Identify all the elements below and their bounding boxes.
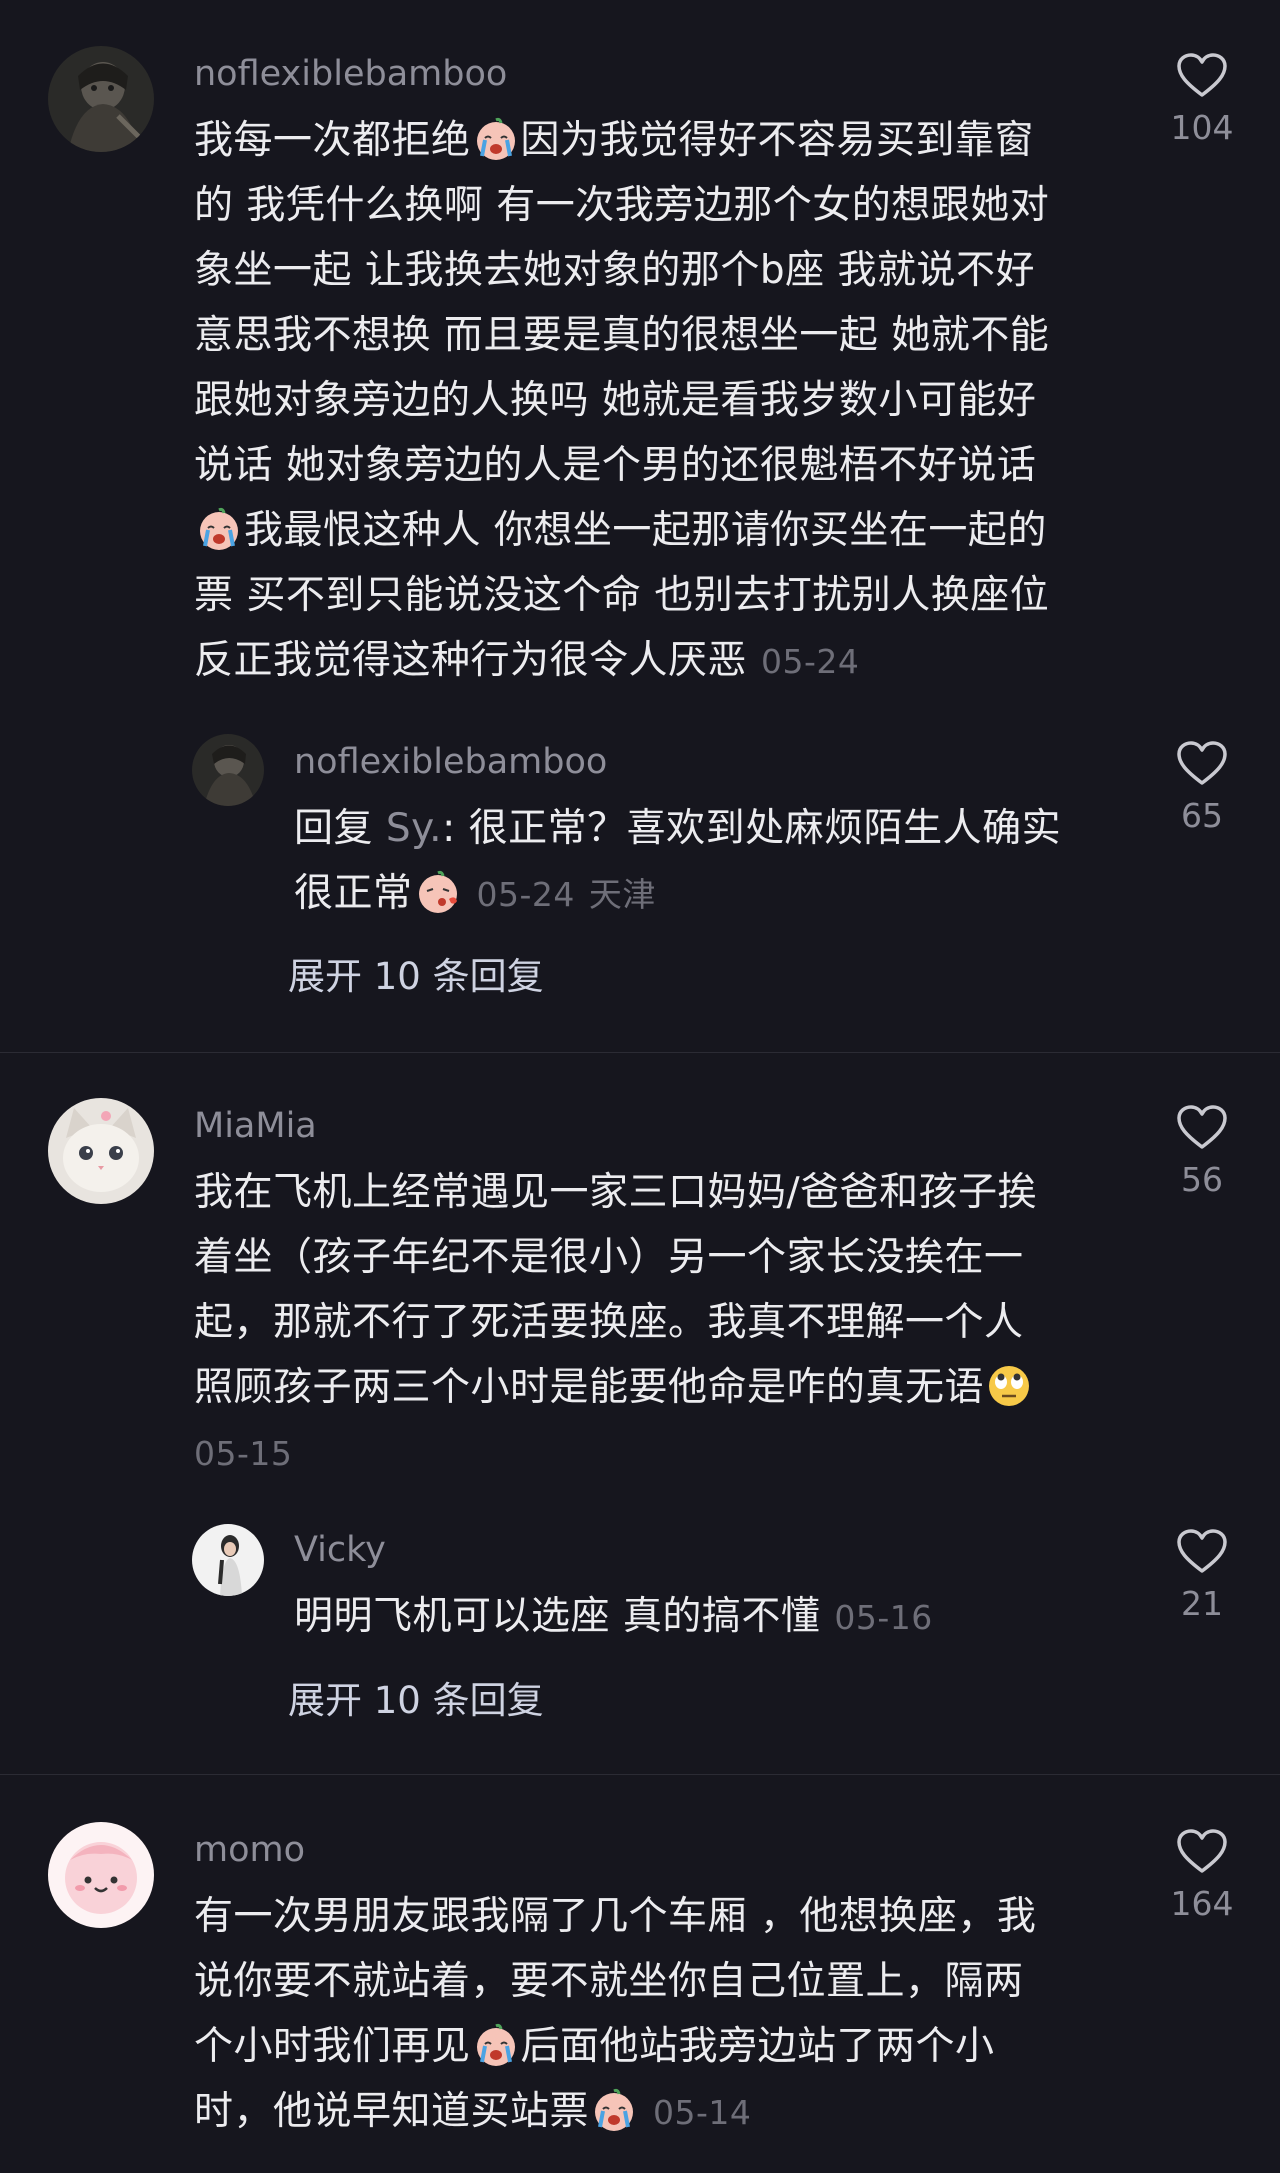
- divider: [0, 1774, 1280, 1775]
- reply-text: 回复 Sy.: 很正常？喜欢到处麻烦陌生人确实 很正常 05-24 天津: [294, 806, 1062, 916]
- comment-text: 我在飞机上经常遇见一家三口妈妈/爸爸和孩子挨 着坐（孩子年纪不是很小）另一个家长…: [194, 1170, 1038, 1473]
- like-button[interactable]: 56: [1147, 1104, 1257, 1200]
- username[interactable]: noflexiblebamboo: [194, 52, 507, 96]
- heart-icon: [1177, 1529, 1227, 1573]
- crying-face-icon: [476, 117, 515, 160]
- comment-text: 我每一次都拒绝 因为我觉得好不容易买到靠窗 的 我凭什么换啊 有一次我旁边那个女的…: [194, 117, 1050, 683]
- expand-replies-button[interactable]: 展开 10 条回复: [288, 1676, 544, 1726]
- like-count: 104: [1170, 108, 1234, 147]
- crying-face-icon: [200, 507, 238, 550]
- like-count: 65: [1181, 796, 1223, 835]
- like-button[interactable]: 164: [1147, 1828, 1257, 1924]
- reply-target-user[interactable]: Sy.: [386, 806, 442, 851]
- divider: [0, 1052, 1280, 1053]
- like-count: 21: [1181, 1584, 1223, 1623]
- kissing-face-icon: [418, 870, 457, 913]
- avatar[interactable]: [48, 1822, 154, 1928]
- avatar[interactable]: [48, 46, 154, 152]
- reply-date: 05-24: [476, 875, 575, 914]
- like-count: 56: [1181, 1160, 1223, 1199]
- heart-icon: [1177, 1105, 1227, 1149]
- comment-date: 05-15: [194, 1434, 293, 1473]
- username[interactable]: momo: [194, 1828, 305, 1872]
- reply-text: 明明飞机可以选座 真的搞不懂 05-16: [294, 1594, 933, 1639]
- like-button[interactable]: 104: [1147, 52, 1257, 148]
- avatar[interactable]: [48, 1098, 154, 1204]
- reply-username[interactable]: Vicky: [294, 1528, 386, 1572]
- comment-text: 有一次男朋友跟我隔了几个车厢 ，他想换座，我 说你要不就站着，要不就坐你自己位置…: [194, 1894, 1037, 2134]
- heart-icon: [1177, 741, 1227, 785]
- eye-roll-face-icon: [989, 1366, 1030, 1406]
- reply-like-button[interactable]: 65: [1147, 740, 1257, 836]
- crying-face-icon: [595, 2088, 634, 2131]
- reply-avatar[interactable]: [192, 1524, 264, 1596]
- comment-date: 05-14: [653, 2093, 752, 2132]
- expand-replies-button[interactable]: 展开 10 条回复: [288, 952, 544, 1002]
- crying-face-icon: [476, 2023, 515, 2066]
- username[interactable]: MiaMia: [194, 1104, 317, 1148]
- heart-icon: [1177, 1829, 1227, 1873]
- reply-like-button[interactable]: 21: [1147, 1528, 1257, 1624]
- reply-username[interactable]: noflexiblebamboo: [294, 740, 607, 784]
- comment-date: 05-24: [761, 642, 860, 681]
- reply-avatar[interactable]: [192, 734, 264, 806]
- like-count: 164: [1170, 1884, 1234, 1923]
- heart-icon: [1177, 53, 1227, 97]
- reply-date: 05-16: [834, 1598, 933, 1637]
- reply-location: 天津: [588, 875, 656, 914]
